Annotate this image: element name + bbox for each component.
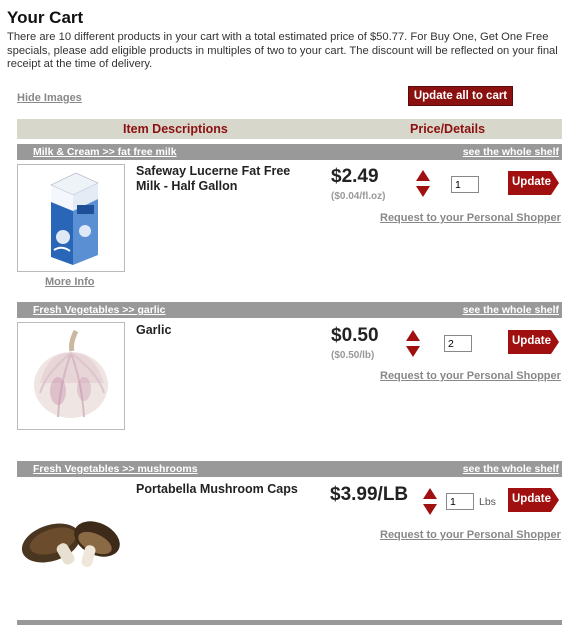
decrease-arrow-icon <box>406 346 420 357</box>
product-name[interactable]: Portabella Mushroom Caps <box>136 482 306 497</box>
update-button-label: Update <box>512 335 551 347</box>
increase-arrow-icon <box>406 330 420 341</box>
unit-price: ($0.50/lb) <box>331 350 375 361</box>
quantity-input[interactable] <box>451 176 479 193</box>
see-whole-shelf-link[interactable]: see the whole shelf <box>463 463 559 475</box>
decrease-arrow-icon <box>416 186 430 197</box>
garlic-image <box>34 329 108 418</box>
mushroom-image <box>21 521 120 568</box>
product-name[interactable]: Garlic <box>136 323 306 338</box>
product-price: $0.50 <box>331 325 379 346</box>
category-bar: Milk & Cream >> fat free milk see the wh… <box>17 144 562 160</box>
item-descriptions-header: Item Descriptions <box>123 122 228 136</box>
product-image[interactable] <box>17 322 125 430</box>
unit-price: ($0.04/fl.oz) <box>331 191 386 202</box>
category-bar-partial <box>17 620 562 625</box>
category-link[interactable]: Fresh Vegetables >> mushrooms <box>33 463 198 475</box>
update-button-label: Update <box>512 176 551 188</box>
update-all-button[interactable]: Update all to cart <box>408 86 513 106</box>
request-shopper-link[interactable]: Request to your Personal Shopper <box>380 212 561 224</box>
category-bar: Fresh Vegetables >> garlic see the whole… <box>17 302 562 318</box>
request-shopper-link[interactable]: Request to your Personal Shopper <box>380 370 561 382</box>
category-link[interactable]: Milk & Cream >> fat free milk <box>33 146 177 158</box>
quantity-arrows[interactable] <box>423 488 437 516</box>
increase-arrow-icon <box>423 488 437 499</box>
decrease-arrow-icon <box>423 504 437 515</box>
product-price: $3.99/LB <box>330 484 409 505</box>
see-whole-shelf-link[interactable]: see the whole shelf <box>463 304 559 316</box>
quantity-unit: Lbs <box>479 496 496 508</box>
quantity-arrows[interactable] <box>416 170 430 198</box>
hide-images-link[interactable]: Hide Images <box>17 92 82 104</box>
product-price: $2.49 <box>331 166 379 187</box>
column-header-bar: Item Descriptions Price/Details <box>17 119 562 139</box>
update-button[interactable]: Update <box>508 330 559 354</box>
cart-summary-text: There are 10 different products in your … <box>7 31 558 71</box>
price-details-header: Price/Details <box>410 122 486 136</box>
product-image[interactable] <box>17 164 125 272</box>
milk-carton-image <box>50 172 99 265</box>
quantity-input[interactable] <box>444 335 472 352</box>
product-image[interactable] <box>17 481 125 589</box>
update-button-label: Update <box>512 493 551 505</box>
update-button[interactable]: Update <box>508 171 559 195</box>
product-name[interactable]: Safeway Lucerne Fat Free Milk - Half Gal… <box>136 164 306 194</box>
update-button[interactable]: Update <box>508 488 559 512</box>
quantity-arrows[interactable] <box>406 330 420 358</box>
see-whole-shelf-link[interactable]: see the whole shelf <box>463 146 559 158</box>
page-title: Your Cart <box>7 8 84 27</box>
more-info-link[interactable]: More Info <box>45 276 95 288</box>
category-link[interactable]: Fresh Vegetables >> garlic <box>33 304 166 316</box>
increase-arrow-icon <box>416 170 430 181</box>
request-shopper-link[interactable]: Request to your Personal Shopper <box>380 529 561 541</box>
quantity-input[interactable] <box>446 493 474 510</box>
category-bar: Fresh Vegetables >> mushrooms see the wh… <box>17 461 562 477</box>
